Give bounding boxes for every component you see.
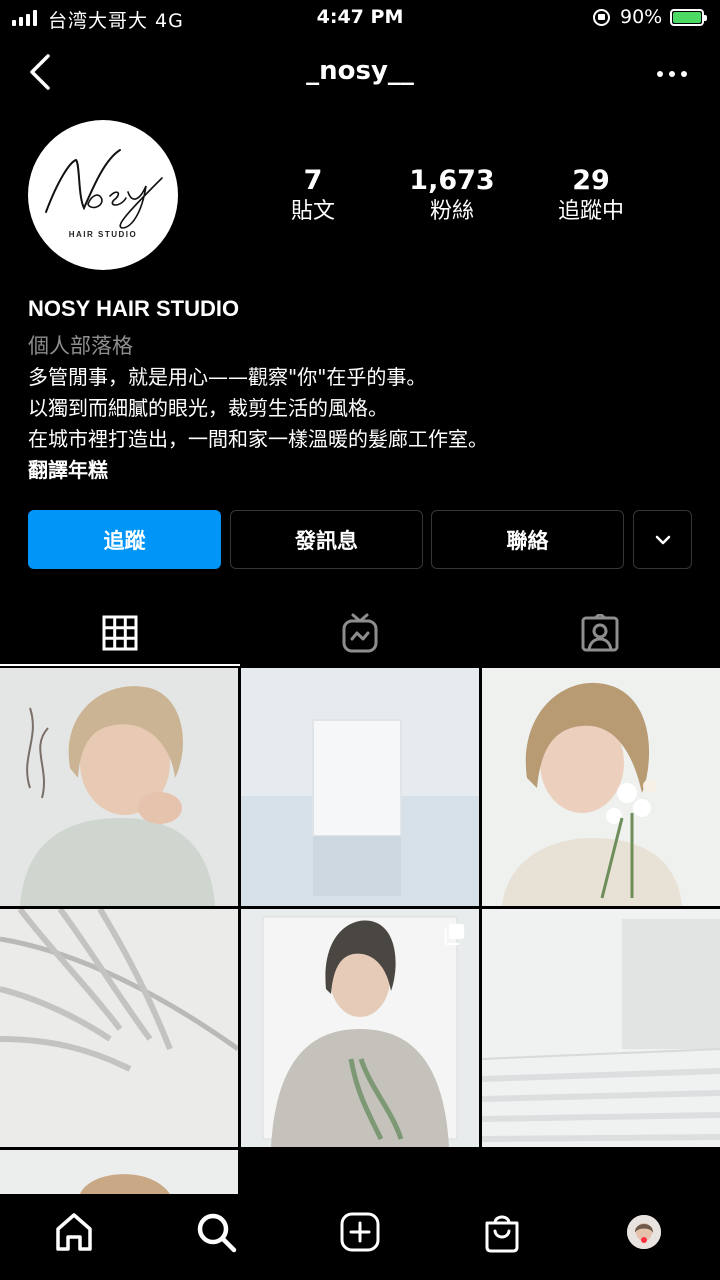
rotation-lock-icon	[593, 9, 610, 26]
tagged-icon	[581, 614, 619, 652]
stat-label: 粉絲	[429, 199, 474, 224]
multiple-photos-icon	[444, 923, 465, 945]
profile-avatar-small	[625, 1213, 663, 1251]
post-thumbnail[interactable]	[241, 909, 479, 1147]
followers-count[interactable]: 1,673 粉絲	[382, 165, 522, 227]
igtv-icon	[342, 613, 378, 653]
suggested-toggle-button[interactable]	[633, 510, 692, 569]
post-image	[482, 668, 720, 906]
post-image	[241, 668, 479, 906]
bio-line: 以獨到而細膩的眼光，裁剪生活的風格。	[28, 396, 388, 420]
post-thumbnail[interactable]	[0, 1150, 238, 1194]
post-image	[0, 1150, 238, 1194]
battery-percent: 90%	[620, 6, 663, 28]
clock: 4:47 PM	[316, 6, 404, 28]
bottom-nav	[0, 1194, 720, 1280]
nav-shop[interactable]	[478, 1208, 526, 1256]
nav-home[interactable]	[50, 1208, 98, 1256]
avatar-image	[627, 1215, 661, 1249]
post-image	[482, 909, 720, 1147]
home-icon	[56, 1213, 92, 1251]
profile-avatar[interactable]: HAIR STUDIO	[28, 120, 178, 270]
active-tab-indicator	[0, 664, 240, 666]
nav-create[interactable]	[336, 1208, 384, 1256]
status-bar: 台湾大哥大 4G 4:47 PM 90%	[0, 0, 720, 36]
page-title: _nosy__	[306, 56, 414, 86]
grid-icon	[102, 615, 138, 651]
tab-posts-grid[interactable]	[0, 600, 240, 666]
add-post-icon	[340, 1212, 380, 1252]
chevron-down-icon	[655, 535, 670, 544]
profile-category: 個人部落格	[28, 334, 133, 358]
more-options-button[interactable]	[652, 60, 692, 88]
message-button[interactable]: 發訊息	[230, 510, 423, 569]
stat-label: 追蹤中	[557, 199, 624, 224]
notification-dot	[641, 1237, 647, 1243]
profile-bio: 多管閒事，就是用心——觀察"你"在乎的事。 以獨到而細膩的眼光，裁剪生活的風格。…	[28, 362, 488, 455]
contact-button[interactable]: 聯絡	[431, 510, 624, 569]
stat-label: 貼文	[290, 199, 335, 224]
nav-profile[interactable]	[620, 1208, 668, 1256]
posts-count[interactable]: 7 貼文	[243, 165, 383, 227]
post-thumbnail[interactable]	[482, 909, 720, 1147]
post-thumbnail[interactable]	[241, 668, 479, 906]
bio-line: 多管閒事，就是用心——觀察"你"在乎的事。	[28, 365, 427, 389]
bio-line: 在城市裡打造出，一間和家一樣溫暖的髮廊工作室。	[28, 427, 488, 451]
shopping-bag-icon	[485, 1215, 519, 1253]
stat-value: 1,673	[409, 165, 495, 196]
ellipsis-icon	[657, 71, 687, 77]
post-thumbnail[interactable]	[0, 668, 238, 906]
post-thumbnail[interactable]	[482, 668, 720, 906]
follow-button[interactable]: 追蹤	[28, 510, 221, 569]
search-icon	[197, 1213, 237, 1253]
following-count[interactable]: 29 追蹤中	[521, 165, 661, 227]
logo-script	[45, 149, 163, 229]
logo-subtitle: HAIR STUDIO	[68, 230, 138, 239]
profile-name: NOSY HAIR STUDIO	[28, 296, 240, 321]
tab-igtv[interactable]	[240, 600, 480, 666]
post-image	[0, 668, 238, 906]
post-image	[0, 909, 238, 1147]
nav-search[interactable]	[192, 1208, 240, 1256]
tab-tagged[interactable]	[480, 600, 720, 666]
stat-value: 29	[572, 165, 610, 196]
post-thumbnail[interactable]	[0, 909, 238, 1147]
stat-value: 7	[303, 165, 323, 196]
battery-icon	[670, 9, 707, 26]
translate-link[interactable]: 翻譯年糕	[28, 454, 108, 483]
